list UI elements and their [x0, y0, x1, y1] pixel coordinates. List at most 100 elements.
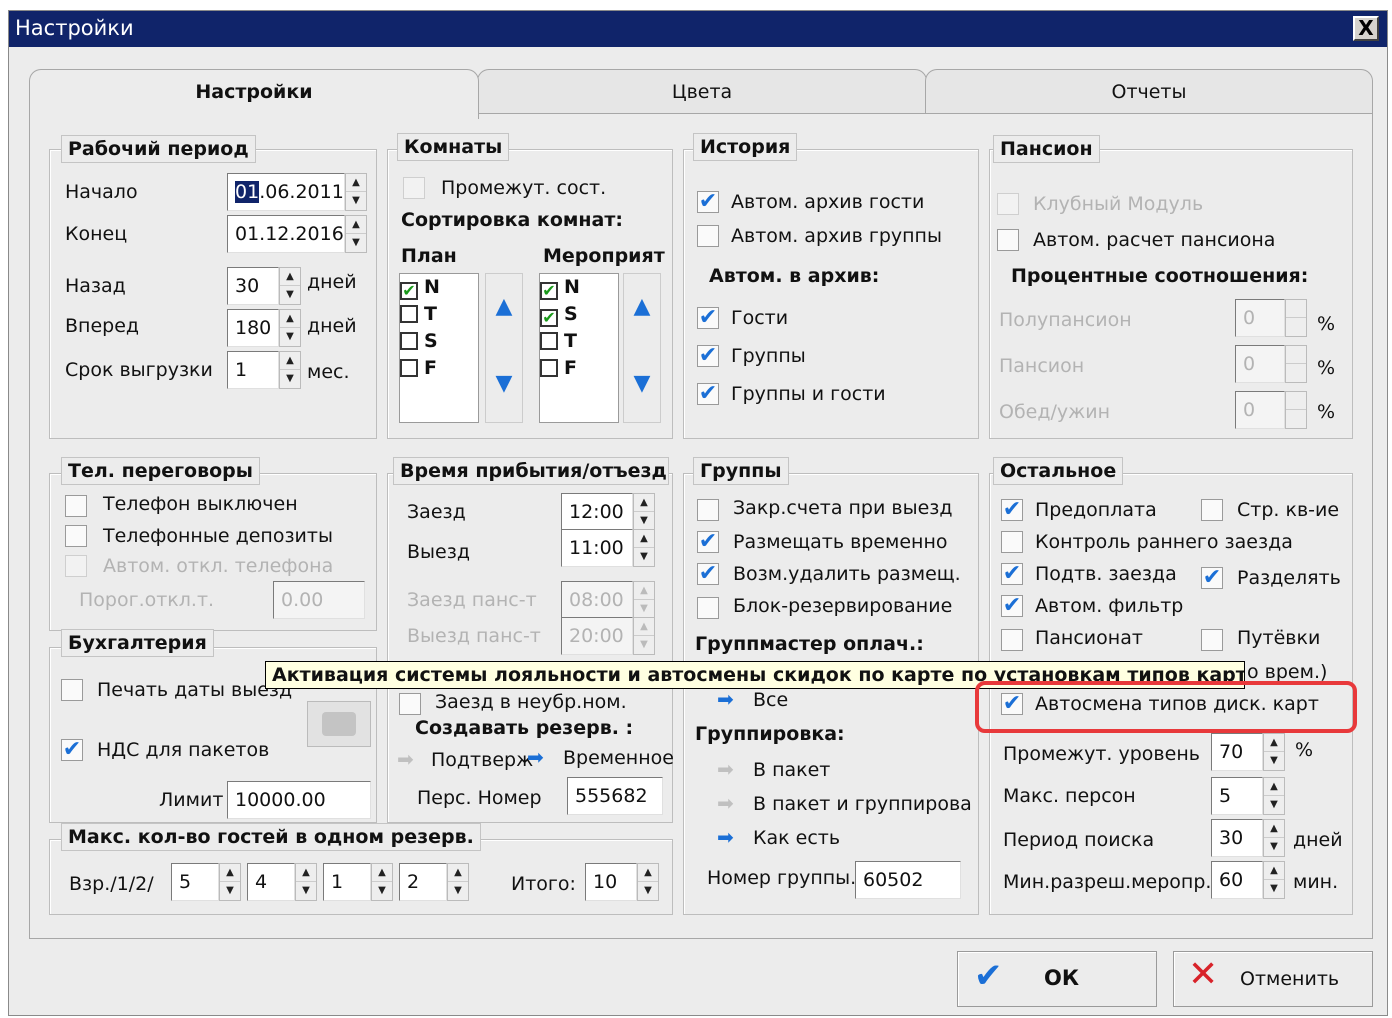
arrow-right-icon[interactable]: ➡ — [717, 687, 734, 711]
back-days-spinner[interactable]: ▲ ▼ — [279, 267, 301, 305]
arrow-right-icon[interactable]: ➡ — [527, 745, 544, 769]
list-item[interactable]: F — [400, 355, 478, 382]
start-date-spinner[interactable]: ▲ ▼ — [345, 173, 367, 211]
ok-button[interactable]: ✔ ОК — [957, 951, 1157, 1007]
search-period-input[interactable]: 30 — [1211, 819, 1263, 857]
can-delete-checkbox[interactable]: ✔ — [697, 563, 719, 585]
events-sort-list[interactable]: ✔ N ✔ S T F — [539, 273, 619, 423]
list-item[interactable]: ✔ N — [540, 274, 618, 301]
checkin-pension-spinner[interactable]: ▲ ▼ — [633, 581, 655, 619]
max-persons-input[interactable]: 5 — [1211, 777, 1263, 815]
list-item[interactable]: F — [540, 355, 618, 382]
checkout-pension-input[interactable]: 20:00 — [561, 617, 633, 655]
club-module-checkbox[interactable] — [997, 193, 1019, 215]
auto-pension-calc-checkbox[interactable] — [997, 229, 1019, 251]
auto-phone-off-checkbox[interactable] — [65, 555, 87, 577]
pers-number-input[interactable]: 555682 — [567, 777, 663, 815]
auto-archive-guests-checkbox[interactable]: ✔ — [697, 191, 719, 213]
insurance-checkbox[interactable] — [1201, 499, 1223, 521]
accounting-extra-button[interactable] — [307, 701, 371, 747]
close-accounts-checkbox[interactable] — [697, 499, 719, 521]
in-package-grouping-option[interactable]: В пакет и группировать — [753, 793, 971, 815]
auto-filter-checkbox[interactable]: ✔ — [1001, 595, 1023, 617]
split-checkbox[interactable]: ✔ — [1201, 567, 1223, 589]
block-reserve-checkbox[interactable] — [697, 597, 719, 619]
list-item[interactable]: ✔ S — [540, 301, 618, 328]
checkout-pension-spinner[interactable]: ▲ ▼ — [633, 617, 655, 655]
archive-guests-checkbox[interactable]: ✔ — [697, 307, 719, 329]
full-board-input[interactable]: 0 — [1235, 345, 1285, 383]
end-date-input[interactable]: 01.12.2016 — [227, 215, 345, 253]
phone-deposits-checkbox[interactable] — [65, 525, 87, 547]
cancel-button[interactable]: ✕ Отменить — [1173, 951, 1373, 1007]
limit-input[interactable]: 10000.00 — [227, 781, 371, 819]
vat-packages-checkbox[interactable]: ✔ — [61, 739, 83, 761]
temporary-option[interactable]: Временное — [563, 747, 674, 769]
children2-input[interactable]: 1 — [323, 863, 371, 901]
checkout-time-input[interactable]: 11:00 — [561, 529, 633, 567]
confirm-checkin-checkbox[interactable]: ✔ — [1001, 563, 1023, 585]
forward-days-input[interactable]: 180 — [227, 309, 279, 347]
half-board-input[interactable]: 0 — [1235, 299, 1285, 337]
back-days-input[interactable]: 30 — [227, 267, 279, 305]
archive-groups-checkbox[interactable]: ✔ — [697, 345, 719, 367]
lunch-dinner-spinner[interactable] — [1285, 391, 1307, 429]
close-button[interactable]: X — [1353, 16, 1379, 41]
vouchers-checkbox[interactable] — [1201, 629, 1223, 651]
tab-colors[interactable]: Цвета — [477, 69, 927, 115]
group-number-input[interactable]: 60502 — [855, 861, 961, 899]
export-months-spinner[interactable]: ▲ ▼ — [279, 351, 301, 389]
lunch-dinner-input[interactable]: 0 — [1235, 391, 1285, 429]
min-event-input[interactable]: 60 — [1211, 861, 1263, 899]
adults-spinner[interactable]: ▲ ▼ — [219, 863, 241, 901]
checkin-time-input[interactable]: 12:00 — [561, 493, 633, 531]
move-down-icon[interactable]: ▼ — [624, 371, 660, 396]
children3-input[interactable]: 2 — [399, 863, 447, 901]
forward-days-spinner[interactable]: ▲ ▼ — [279, 309, 301, 347]
boarding-checkbox[interactable] — [1001, 629, 1023, 651]
total-spinner[interactable]: ▲ ▼ — [637, 863, 659, 901]
tab-settings[interactable]: Настройки — [29, 69, 479, 119]
half-board-spinner[interactable] — [1285, 299, 1307, 337]
adults-input[interactable]: 5 — [171, 863, 219, 901]
arrow-right-icon[interactable]: ➡ — [717, 791, 734, 815]
auto-archive-groups-checkbox[interactable] — [697, 225, 719, 247]
checkout-time-spinner[interactable]: ▲ ▼ — [633, 529, 655, 567]
in-package-option[interactable]: В пакет — [753, 759, 830, 781]
place-temp-checkbox[interactable]: ✔ — [697, 531, 719, 553]
phone-off-checkbox[interactable] — [65, 495, 87, 517]
checkin-time-spinner[interactable]: ▲ ▼ — [633, 493, 655, 531]
checkin-pension-input[interactable]: 08:00 — [561, 581, 633, 619]
move-down-icon[interactable]: ▼ — [486, 371, 522, 396]
search-period-spinner[interactable]: ▲ ▼ — [1263, 819, 1285, 857]
list-item[interactable]: ✔ N — [400, 274, 478, 301]
total-input[interactable]: 10 — [585, 863, 637, 901]
list-item[interactable]: S — [400, 328, 478, 355]
move-up-icon[interactable]: ▲ — [624, 294, 660, 319]
unprep-checkin-checkbox[interactable] — [399, 693, 421, 715]
max-persons-spinner[interactable]: ▲ ▼ — [1263, 777, 1285, 815]
min-event-spinner[interactable]: ▲ ▼ — [1263, 861, 1285, 899]
intermediate-state-checkbox[interactable] — [403, 177, 425, 199]
print-dates-checkbox[interactable] — [61, 679, 83, 701]
list-item[interactable]: T — [540, 328, 618, 355]
children1-spinner[interactable]: ▲ ▼ — [295, 863, 317, 901]
children3-spinner[interactable]: ▲ ▼ — [447, 863, 469, 901]
plan-sort-list[interactable]: ✔ N T S F — [399, 273, 479, 423]
threshold-input[interactable]: 0.00 — [273, 581, 365, 619]
list-item[interactable]: T — [400, 301, 478, 328]
all-option[interactable]: Все — [753, 689, 788, 711]
children2-spinner[interactable]: ▲ ▼ — [371, 863, 393, 901]
archive-groups-guests-checkbox[interactable]: ✔ — [697, 383, 719, 405]
tab-reports[interactable]: Отчеты — [925, 69, 1373, 115]
as-is-option[interactable]: Как есть — [753, 827, 840, 849]
end-date-spinner[interactable]: ▲ ▼ — [345, 215, 367, 253]
confirmed-option[interactable]: Подтверж — [431, 749, 533, 771]
arrow-right-icon[interactable]: ➡ — [397, 747, 414, 771]
move-up-icon[interactable]: ▲ — [486, 294, 522, 319]
start-date-input[interactable]: 01.06.2011 — [227, 173, 345, 211]
arrow-right-icon[interactable]: ➡ — [717, 825, 734, 849]
prepayment-checkbox[interactable]: ✔ — [1001, 499, 1023, 521]
early-checkin-checkbox[interactable] — [1001, 531, 1023, 553]
arrow-right-icon[interactable]: ➡ — [717, 757, 734, 781]
